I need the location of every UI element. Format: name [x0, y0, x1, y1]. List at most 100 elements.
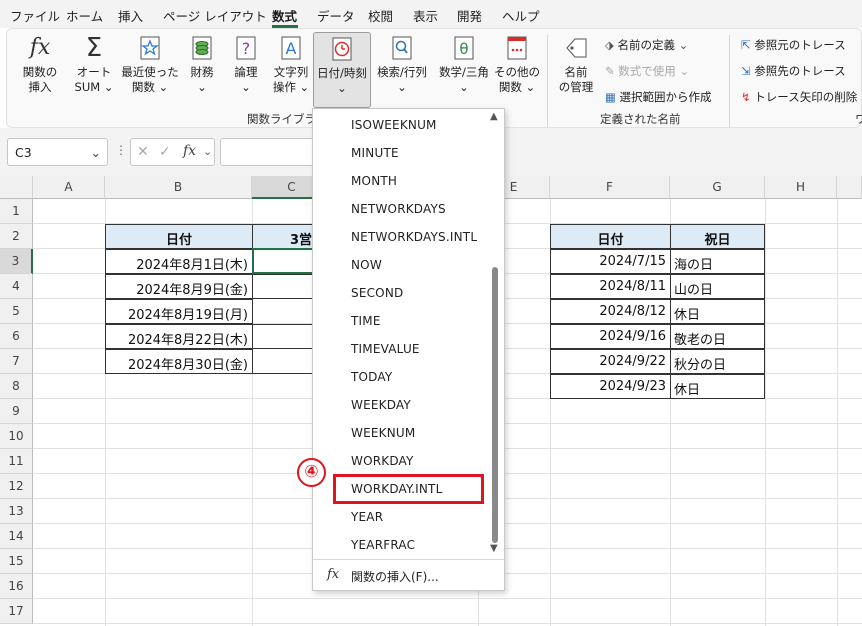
table1-date-cell[interactable]: 2024年8月19日(月): [105, 299, 253, 324]
table1-header-next[interactable]: 3営: [252, 224, 314, 249]
tab-formulas[interactable]: 数式: [272, 6, 297, 25]
tab-home[interactable]: ホーム: [66, 6, 103, 25]
math-trig-button[interactable]: θ 数学/三角 ⌄: [435, 35, 493, 95]
insert-function-menu-item[interactable]: fx 関数の挿入(F)...: [313, 561, 504, 590]
define-name-button[interactable]: ⬗ 名前の定義 ⌄: [605, 37, 688, 53]
name-manager-button[interactable]: 名前 の管理: [553, 35, 599, 95]
table2-holiday-cell[interactable]: 休日: [670, 374, 765, 399]
table2-holiday-cell[interactable]: 山の日: [670, 274, 765, 299]
row-header-2[interactable]: 2: [0, 224, 33, 249]
table1-date-cell[interactable]: 2024年8月22日(木): [105, 324, 253, 349]
text-button[interactable]: A 文字列 操作 ⌄: [269, 35, 313, 95]
table2-date-cell[interactable]: 2024/8/11: [550, 274, 671, 299]
dropdown-scroll-thumb[interactable]: [492, 267, 498, 543]
name-box[interactable]: C3 ⌄: [7, 138, 108, 166]
scroll-up-icon[interactable]: ▲: [490, 111, 498, 122]
remove-arrows-button[interactable]: ↯ トレース矢印の削除: [741, 89, 857, 105]
tab-page-layout[interactable]: ページ レイアウト: [163, 6, 267, 25]
dropdown-item-time[interactable]: TIME: [351, 314, 381, 328]
magnifier-icon: [392, 36, 412, 60]
dropdown-item-networkdays-intl[interactable]: NETWORKDAYS.INTL: [351, 230, 477, 244]
row-header-13[interactable]: 13: [0, 499, 33, 524]
table2-date-cell[interactable]: 2024/9/23: [550, 374, 671, 399]
datetime-button[interactable]: 日付/時刻 ⌄: [313, 32, 371, 108]
row-header-14[interactable]: 14: [0, 524, 33, 549]
active-cell-c3[interactable]: [252, 248, 314, 274]
row-header-8[interactable]: 8: [0, 374, 33, 399]
dropdown-item-weeknum[interactable]: WEEKNUM: [351, 426, 415, 440]
tab-file[interactable]: ファイル: [10, 6, 60, 25]
dropdown-item-now[interactable]: NOW: [351, 258, 382, 272]
enter-icon[interactable]: ✓: [159, 144, 171, 160]
tab-developer[interactable]: 開発: [457, 6, 482, 25]
row-header-15[interactable]: 15: [0, 549, 33, 574]
table2-header-date[interactable]: 日付: [550, 224, 671, 249]
step-badge: ④: [297, 458, 326, 487]
column-header-b[interactable]: B: [105, 176, 252, 199]
dropdown-divider: [313, 559, 504, 560]
tab-insert[interactable]: 挿入: [118, 6, 143, 25]
dropdown-item-month[interactable]: MONTH: [351, 174, 397, 188]
trace-precedents-button[interactable]: ⇱ 参照元のトレース: [741, 37, 846, 53]
row-header-12[interactable]: 12: [0, 474, 33, 499]
financial-button[interactable]: 財務 ⌄: [185, 35, 219, 95]
column-header-h[interactable]: H: [765, 176, 837, 199]
select-all-corner[interactable]: [0, 176, 33, 199]
table2-date-cell[interactable]: 2024/8/12: [550, 299, 671, 324]
trace-dependents-button[interactable]: ⇲ 参照先のトレース: [741, 63, 846, 79]
dropdown-item-minute[interactable]: MINUTE: [351, 146, 399, 160]
row-header-7[interactable]: 7: [0, 349, 33, 374]
table1-header-date[interactable]: 日付: [105, 224, 253, 249]
create-from-selection-button[interactable]: ▦ 選択範囲から作成: [605, 89, 712, 105]
dropdown-item-isoweeknum[interactable]: ISOWEEKNUM: [351, 118, 437, 132]
table2-holiday-cell[interactable]: 海の日: [670, 249, 765, 274]
table2-holiday-cell[interactable]: 休日: [670, 299, 765, 324]
row-header-17[interactable]: 17: [0, 599, 33, 624]
row-header-5[interactable]: 5: [0, 299, 33, 324]
row-header-1[interactable]: 1: [0, 199, 33, 224]
row-header-9[interactable]: 9: [0, 399, 33, 424]
table2-holiday-cell[interactable]: 敬老の日: [670, 324, 765, 349]
logical-button[interactable]: ? 論理 ⌄: [229, 35, 263, 95]
scroll-down-icon[interactable]: ▼: [490, 543, 498, 554]
lookup-button[interactable]: 検索/行列 ⌄: [373, 35, 431, 95]
fx-icon[interactable]: fx: [183, 143, 196, 159]
use-in-formula-button[interactable]: ✎ 数式で使用 ⌄: [605, 63, 689, 79]
table1-date-cell[interactable]: 2024年8月9日(金): [105, 274, 253, 299]
row-header-11[interactable]: 11: [0, 449, 33, 474]
dropdown-item-weekday[interactable]: WEEKDAY: [351, 398, 411, 412]
row-header-16[interactable]: 16: [0, 574, 33, 599]
insert-function-button[interactable]: fx 関数の 挿入: [17, 35, 63, 95]
dropdown-item-yearfrac[interactable]: YEARFRAC: [351, 538, 415, 552]
dropdown-item-year[interactable]: YEAR: [351, 510, 383, 524]
dropdown-item-second[interactable]: SECOND: [351, 286, 403, 300]
tab-data[interactable]: データ: [317, 6, 355, 25]
row-header-4[interactable]: 4: [0, 274, 33, 299]
table1-date-cell[interactable]: 2024年8月30日(金): [105, 349, 253, 374]
dropdown-item-networkdays[interactable]: NETWORKDAYS: [351, 202, 446, 216]
autosum-button[interactable]: Σ オート SUM ⌄: [71, 35, 117, 95]
column-header-a[interactable]: A: [33, 176, 105, 199]
table2-date-cell[interactable]: 2024/7/15: [550, 249, 671, 274]
table2-date-cell[interactable]: 2024/9/22: [550, 349, 671, 374]
tab-view[interactable]: 表示: [413, 6, 438, 25]
column-header-f[interactable]: F: [550, 176, 670, 199]
dropdown-item-workday[interactable]: WORKDAY: [351, 454, 414, 468]
column-header-i[interactable]: [837, 176, 862, 199]
table1-date-cell[interactable]: 2024年8月1日(木): [105, 249, 253, 274]
table2-date-cell[interactable]: 2024/9/16: [550, 324, 671, 349]
more-functions-button[interactable]: その他の 関数 ⌄: [491, 35, 543, 95]
table2-header-holiday[interactable]: 祝日: [670, 224, 765, 249]
dropdown-item-timevalue[interactable]: TIMEVALUE: [351, 342, 420, 356]
table2-holiday-cell[interactable]: 秋分の日: [670, 349, 765, 374]
recently-used-button[interactable]: 最近使った 関数 ⌄: [121, 35, 179, 95]
ribbon-separator: [729, 35, 730, 127]
cancel-icon[interactable]: ✕: [137, 144, 149, 160]
column-header-g[interactable]: G: [670, 176, 765, 199]
row-header-10[interactable]: 10: [0, 424, 33, 449]
tab-review[interactable]: 校閲: [368, 6, 393, 25]
row-header-3[interactable]: 3: [0, 249, 33, 274]
tab-help[interactable]: ヘルプ: [502, 6, 540, 25]
row-header-6[interactable]: 6: [0, 324, 33, 349]
dropdown-item-today[interactable]: TODAY: [351, 370, 392, 384]
